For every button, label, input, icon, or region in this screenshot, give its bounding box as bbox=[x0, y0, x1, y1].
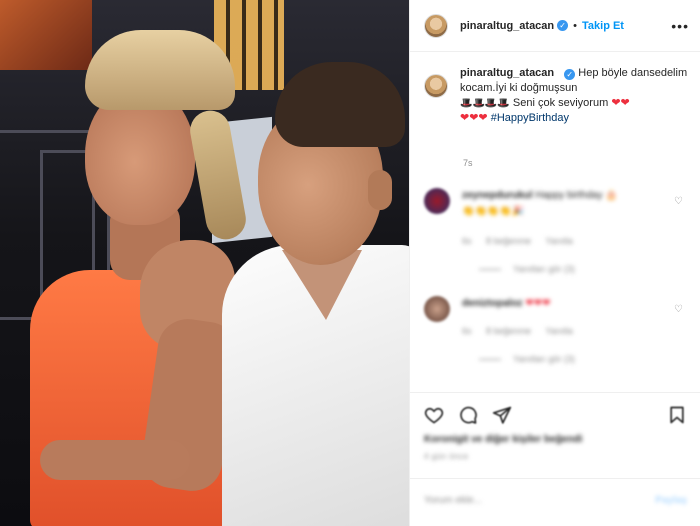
man-ear bbox=[368, 170, 392, 210]
add-comment-bar: Yorum ekle... Paylaş bbox=[410, 478, 700, 526]
comment-text: deniztopaloz ❤❤❤ bbox=[462, 298, 550, 309]
woman-hand bbox=[40, 440, 190, 480]
action-bar bbox=[410, 392, 700, 436]
comment-reply-button[interactable]: Yanıtla bbox=[545, 326, 572, 336]
comment-body: Happy birthday 🎂 bbox=[535, 190, 618, 201]
share-send-icon[interactable] bbox=[492, 405, 512, 425]
header-separator: • bbox=[573, 19, 577, 32]
post-sidebar: pinaraltug_atacan ✓ • Takip Et ••• pinar… bbox=[409, 0, 700, 526]
post-comment-button[interactable]: Paylaş bbox=[655, 495, 687, 506]
follow-button[interactable]: Takip Et bbox=[582, 20, 624, 32]
comment-username[interactable]: deniztopaloz bbox=[462, 298, 523, 309]
caption-time: 7s bbox=[463, 158, 473, 168]
post-photo[interactable] bbox=[0, 0, 409, 526]
comment-username[interactable]: zeynepdurukul bbox=[462, 190, 533, 201]
instagram-post: pinaraltug_atacan ✓ • Takip Et ••• pinar… bbox=[0, 0, 700, 526]
verified-badge-icon: ✓ bbox=[557, 20, 569, 31]
hat-emojis: 🎩🎩🎩🎩 bbox=[460, 98, 510, 109]
save-bookmark-icon[interactable] bbox=[667, 405, 687, 425]
comment-bubble-icon[interactable] bbox=[458, 405, 478, 425]
comment-text: zeynepdurukul Happy birthday 🎂 bbox=[462, 190, 618, 201]
likes-count[interactable]: Koronigit ve diğer kişiler beğendi bbox=[424, 434, 582, 445]
comment-avatar[interactable] bbox=[424, 296, 450, 322]
comment-emojis: ❤❤❤ bbox=[525, 298, 551, 309]
caption-verified-icon: ✓ bbox=[564, 69, 576, 80]
comment-meta: 6s 8 beğenme Yanıtla bbox=[462, 236, 585, 246]
like-heart-icon[interactable] bbox=[424, 405, 444, 425]
comment-item: zeynepdurukul Happy birthday 🎂 👏👏👏👏🎉 6s … bbox=[424, 188, 689, 278]
post-date: 4 gün önce bbox=[424, 452, 469, 461]
heart-emojis-line: ❤❤❤ bbox=[460, 112, 488, 124]
comment-time: 6s bbox=[462, 326, 472, 336]
comment-time: 6s bbox=[462, 236, 472, 246]
comment-item: deniztopaloz ❤❤❤ 6s 8 beğenme Yanıtla Ya… bbox=[424, 296, 689, 376]
comment-input[interactable]: Yorum ekle... bbox=[424, 495, 482, 506]
view-replies-button[interactable]: Yanıtları gör (3) bbox=[479, 264, 575, 274]
post-header: pinaraltug_atacan ✓ • Takip Et ••• bbox=[410, 0, 700, 52]
avatar[interactable] bbox=[424, 13, 448, 38]
view-replies-button[interactable]: Yanıtları gör (3) bbox=[479, 354, 575, 364]
caption-line-2: Seni çok seviyorum bbox=[512, 97, 609, 109]
heart-emojis-inline: ❤❤ bbox=[611, 97, 630, 109]
comment-emojis: 👏👏👏👏🎉 bbox=[462, 206, 525, 217]
comment-like-icon[interactable]: ♡ bbox=[674, 196, 683, 207]
woman-hair bbox=[85, 30, 235, 110]
comment-likes[interactable]: 8 beğenme bbox=[486, 236, 531, 246]
photo-screen-glow bbox=[0, 0, 92, 70]
more-options-icon[interactable]: ••• bbox=[671, 18, 689, 34]
comment-like-icon[interactable]: ♡ bbox=[674, 304, 683, 315]
comment-meta: 6s 8 beğenme Yanıtla bbox=[462, 326, 585, 336]
comment-reply-button[interactable]: Yanıtla bbox=[545, 236, 572, 246]
caption-username[interactable]: pinaraltug_atacan bbox=[460, 67, 554, 79]
post-caption: pinaraltug_atacan ✓ Hep böyle dansedelim… bbox=[424, 66, 689, 126]
comment-likes[interactable]: 8 beğenme bbox=[486, 326, 531, 336]
comment-avatar[interactable] bbox=[424, 188, 450, 214]
caption-avatar[interactable] bbox=[424, 74, 448, 98]
header-username[interactable]: pinaraltug_atacan bbox=[460, 20, 554, 32]
hashtag-link[interactable]: #HappyBirthday bbox=[491, 112, 569, 124]
caption-text: pinaraltug_atacan ✓ Hep böyle dansedelim… bbox=[460, 66, 689, 126]
